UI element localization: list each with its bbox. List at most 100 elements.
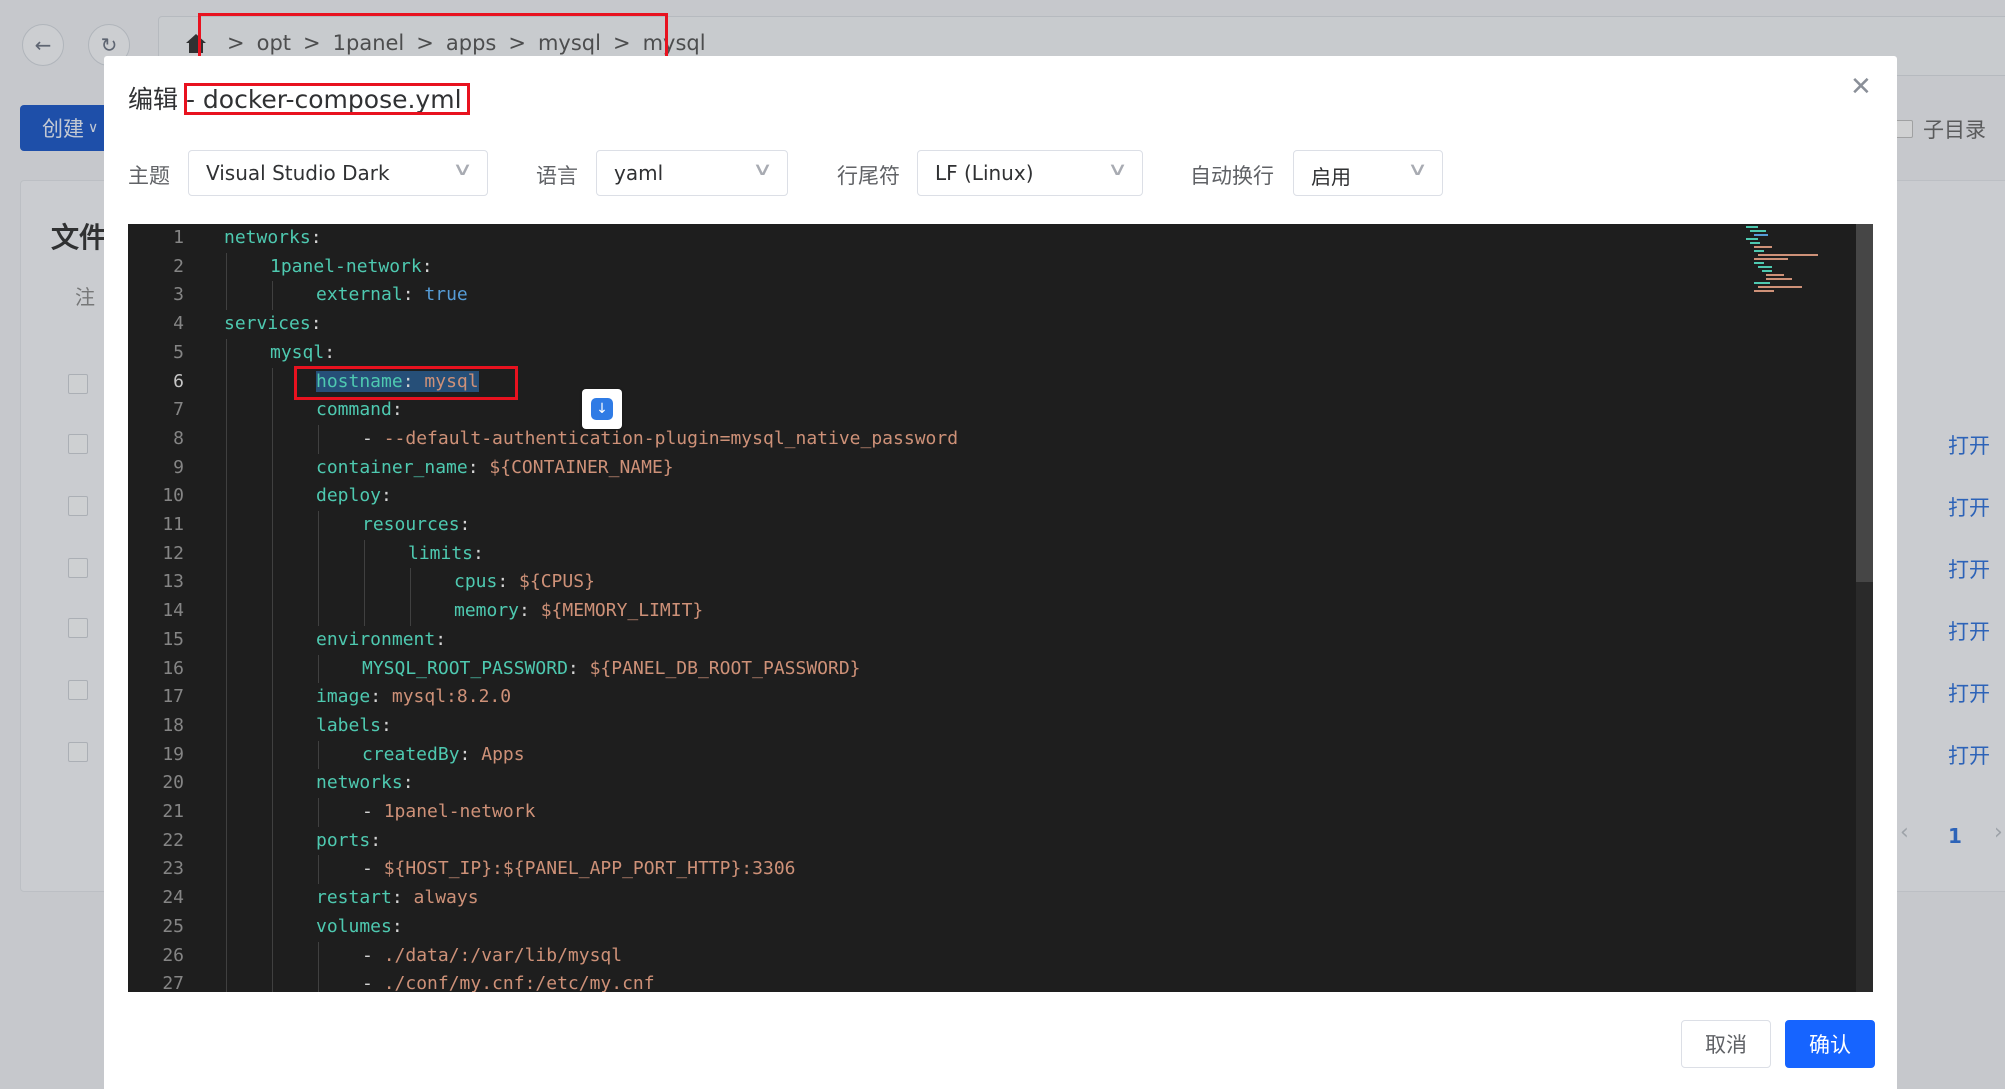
highlight-box-breadcrumb <box>198 13 668 59</box>
yaml-punct: : <box>402 772 414 794</box>
yaml-punct: : <box>391 887 414 909</box>
code-line[interactable]: 26 - ./data/:/var/lib/mysql <box>128 942 1828 970</box>
line-number: 7 <box>173 399 184 421</box>
highlight-box-filename <box>184 83 470 115</box>
line-number: 4 <box>173 313 184 335</box>
close-icon[interactable]: ✕ <box>1850 72 1872 102</box>
yaml-key: mysql <box>270 341 325 363</box>
line-number: 25 <box>162 915 184 937</box>
yaml-punct: : <box>459 514 471 535</box>
chevron-down-icon: ∨ <box>1106 159 1128 180</box>
code-line[interactable]: 1 networks: <box>128 224 1828 252</box>
confirm-button[interactable]: 确认 <box>1785 1020 1875 1068</box>
code-line[interactable]: 14 memory: ${MEMORY_LIMIT} <box>128 597 1828 625</box>
line-number: 18 <box>162 714 184 736</box>
yaml-value: ${PANEL_DB_ROOT_PASSWORD} <box>589 657 861 679</box>
code-line[interactable]: 12 limits: <box>128 540 1828 568</box>
code-line[interactable]: 11 resources: <box>128 511 1828 539</box>
code-line[interactable]: 17 image: mysql:8.2.0 <box>128 683 1828 711</box>
yaml-key: services <box>224 313 311 335</box>
line-number: 21 <box>162 801 184 822</box>
line-number: 10 <box>162 485 184 507</box>
code-line[interactable]: 24 restart: always <box>128 884 1828 912</box>
indent-guide <box>410 568 411 626</box>
code-line[interactable]: 25 volumes: <box>128 913 1828 941</box>
yaml-key: image <box>316 686 371 708</box>
code-line[interactable]: 18 labels: <box>128 712 1828 740</box>
yaml-value: ${MEMORY_LIMIT} <box>540 600 704 622</box>
yaml-key: labels <box>316 714 382 736</box>
code-line[interactable]: 7 command: <box>128 396 1828 424</box>
yaml-punct: : <box>391 915 403 937</box>
code-line[interactable]: 9 container_name: ${CONTAINER_NAME} <box>128 454 1828 482</box>
code-line[interactable]: 19 createdBy: Apps <box>128 741 1828 769</box>
indent-guide <box>318 511 319 626</box>
line-number: 14 <box>162 600 184 622</box>
indent-guide <box>318 855 319 885</box>
code-line[interactable]: 10 deploy: <box>128 482 1828 510</box>
yaml-punct: : <box>519 600 541 622</box>
yaml-key: ports <box>316 829 371 851</box>
yaml-key: deploy <box>316 485 382 507</box>
line-number: 13 <box>162 571 184 593</box>
dialog-title-prefix: 编辑 <box>128 85 179 114</box>
indent-guide <box>272 367 273 992</box>
yaml-punct: - <box>362 801 384 822</box>
yaml-punct: : <box>324 341 336 363</box>
code-line[interactable]: 4 services: <box>128 310 1828 338</box>
code-line[interactable]: 2 1panel-network: <box>128 253 1828 281</box>
yaml-punct: : <box>391 399 403 421</box>
code-line[interactable]: 5 mysql: <box>128 339 1828 367</box>
yaml-punct: : <box>473 542 484 564</box>
translate-floating-button[interactable]: ↓ <box>582 389 622 429</box>
chevron-down-icon: ∨ <box>451 159 473 180</box>
edit-dialog: 编辑 - docker-compose.yml ✕ 主题 Visual Stud… <box>104 56 1897 1089</box>
line-number: 22 <box>162 829 184 851</box>
yaml-punct: : <box>459 743 482 765</box>
indent-guide <box>318 654 319 684</box>
code-line[interactable]: 22 ports: <box>128 827 1828 855</box>
indent-guide <box>318 941 319 992</box>
eol-select[interactable]: LF (Linux) ∨ <box>917 150 1143 196</box>
language-select[interactable]: yaml ∨ <box>596 150 788 196</box>
language-select-value: yaml <box>614 161 664 185</box>
yaml-punct: - <box>362 973 384 992</box>
yaml-value: true <box>424 284 468 306</box>
code-line[interactable]: 23 - ${HOST_IP}:${PANEL_APP_PORT_HTTP}:33… <box>128 855 1828 883</box>
line-number: 5 <box>173 341 184 363</box>
yaml-punct: - <box>362 944 384 966</box>
theme-select[interactable]: Visual Studio Dark ∨ <box>188 150 488 196</box>
eol-select-value: LF (Linux) <box>935 161 1034 185</box>
code-line[interactable]: 27 - ./conf/my.cnf:/etc/my.cnf <box>128 970 1828 992</box>
yaml-value: always <box>413 887 479 909</box>
cancel-button[interactable]: 取消 <box>1681 1020 1771 1068</box>
yaml-value: ${CONTAINER_NAME} <box>489 456 674 478</box>
code-editor[interactable]: 1 networks: 2 1panel-network: 3 external: tru… <box>128 224 1873 992</box>
editor-scrollbar[interactable] <box>1856 224 1873 992</box>
indent-guide <box>318 740 319 770</box>
code-line[interactable]: 20 networks: <box>128 769 1828 797</box>
translate-icon: ↓ <box>591 398 613 420</box>
line-number: 19 <box>162 743 184 765</box>
cancel-button-label: 取消 <box>1705 1033 1747 1057</box>
yaml-key: MYSQL_ROOT_PASSWORD <box>362 657 568 679</box>
line-number: 15 <box>162 628 184 650</box>
editor-scrollbar-thumb[interactable] <box>1856 224 1873 582</box>
yaml-punct: : <box>381 485 392 507</box>
code-line[interactable]: 3 external: true <box>128 281 1828 309</box>
code-line[interactable]: 8 - --default-authentication-plugin=mysql… <box>128 425 1828 453</box>
code-line[interactable]: 15 environment: <box>128 626 1828 654</box>
yaml-punct: : <box>370 686 392 708</box>
yaml-key: createdBy <box>362 743 460 765</box>
yaml-punct: : <box>310 227 322 248</box>
yaml-key: resources <box>362 514 460 535</box>
code-line[interactable]: 13 cpus: ${CPUS} <box>128 568 1828 596</box>
wrap-select[interactable]: 启用 ∨ <box>1293 150 1443 196</box>
yaml-key: 1panel-network <box>270 255 422 277</box>
yaml-key: command <box>316 399 392 421</box>
indent-guide <box>364 539 365 626</box>
line-number: 9 <box>173 456 184 478</box>
yaml-punct: : <box>310 313 322 335</box>
code-line[interactable]: 21 - 1panel-network <box>128 798 1828 826</box>
code-line[interactable]: 16 MYSQL_ROOT_PASSWORD: ${PANEL_DB_ROOT_P… <box>128 655 1828 683</box>
